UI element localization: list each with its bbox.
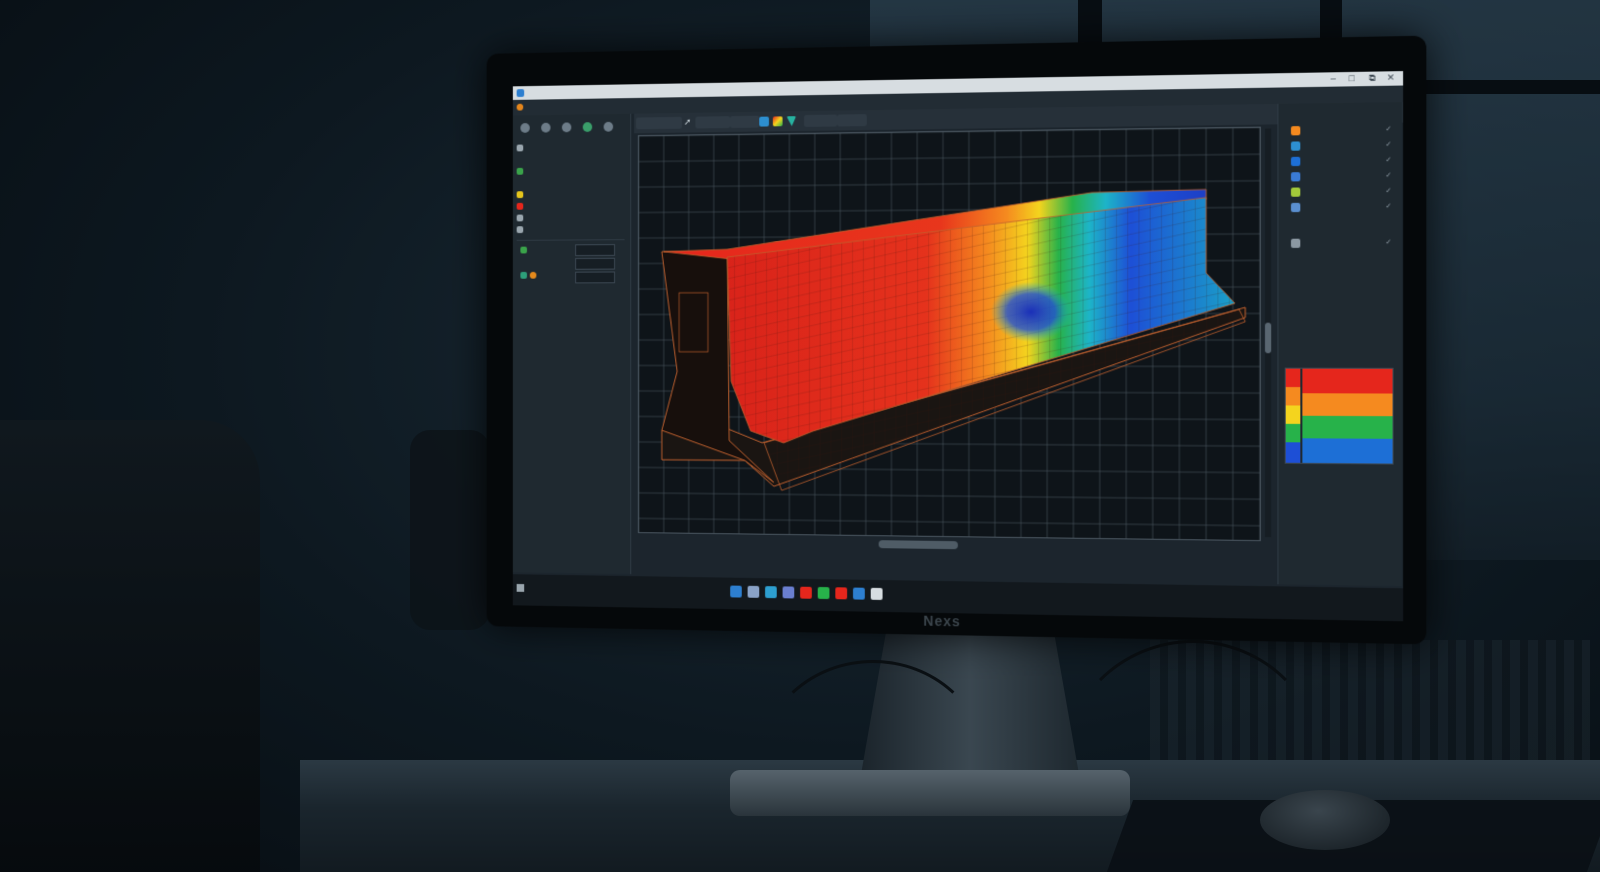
properties-icon: [520, 271, 527, 279]
grid-line: [639, 181, 1260, 187]
sphere-icon[interactable]: [561, 122, 572, 133]
toolbar-mode-dropdown[interactable]: [635, 116, 682, 130]
chart-icon[interactable]: [800, 586, 812, 599]
stress-legend: [1284, 367, 1394, 465]
grid-line: [639, 154, 1260, 161]
cable: [760, 660, 986, 866]
property-field[interactable]: [575, 257, 616, 270]
layer-item[interactable]: ✓: [1285, 236, 1396, 250]
office-scene: Nexs – □ ⧉ ✕ ➚ ✓ ✓ ✓ ✓ ✓ ✓ ✓: [0, 0, 1600, 872]
visibility-check-icon[interactable]: ✓: [1385, 171, 1391, 179]
layer-item[interactable]: ✓: [1285, 200, 1396, 214]
camera-icon[interactable]: [817, 586, 830, 600]
snapshot-icon[interactable]: [870, 587, 883, 600]
visibility-check-icon[interactable]: ✓: [1385, 156, 1391, 164]
visibility-check-icon[interactable]: ✓: [1385, 238, 1391, 246]
layer-swatch-icon: [1290, 202, 1301, 213]
gear-icon[interactable]: [603, 121, 614, 132]
maximize-button[interactable]: □: [1349, 73, 1355, 83]
tree-item[interactable]: [516, 223, 627, 236]
mesh-icon: [516, 214, 524, 222]
computer-mouse: [1260, 790, 1390, 850]
legend-band: [1302, 393, 1393, 417]
result-icon: [516, 226, 524, 234]
legend-band: [1302, 368, 1393, 394]
pen-icon[interactable]: [747, 585, 760, 598]
toolbar-button[interactable]: [730, 115, 760, 128]
toolbar-dropdown[interactable]: [804, 114, 838, 127]
legend-band: [1285, 423, 1301, 443]
legend-band: [1302, 415, 1393, 439]
tree-item[interactable]: [516, 212, 627, 225]
grid-line: [639, 493, 1260, 499]
visibility-check-icon[interactable]: ✓: [1385, 202, 1391, 210]
layer-item[interactable]: ✓: [1285, 138, 1396, 153]
layer-swatch-icon: [1290, 156, 1301, 167]
material-icon: [516, 167, 524, 175]
legend-band: [1302, 438, 1393, 464]
restore-button[interactable]: ⧉: [1369, 73, 1376, 84]
layer-item[interactable]: ✓: [1285, 184, 1396, 198]
properties-icon: [520, 246, 527, 254]
visibility-check-icon[interactable]: ✓: [1385, 125, 1391, 133]
grid-line: [639, 467, 1260, 472]
warning-icon: [529, 271, 537, 279]
shield-icon[interactable]: [582, 122, 593, 133]
toolbar-button[interactable]: [837, 114, 867, 127]
cube-icon[interactable]: [759, 116, 769, 127]
tree-item[interactable]: [516, 200, 627, 213]
3d-viewport[interactable]: [637, 126, 1261, 542]
monitor: Nexs – □ ⧉ ✕ ➚ ✓ ✓ ✓ ✓ ✓ ✓ ✓: [486, 35, 1427, 645]
layer-swatch-icon: [1290, 238, 1301, 248]
tree-item[interactable]: [516, 188, 627, 201]
layer-swatch-icon: [1290, 126, 1301, 136]
toolbar-button[interactable]: [695, 116, 731, 129]
palette-icon[interactable]: [772, 116, 783, 127]
visibility-check-icon[interactable]: ✓: [1385, 187, 1391, 195]
app-icon[interactable]: [853, 587, 865, 600]
property-field[interactable]: [575, 244, 616, 257]
user-icon[interactable]: [782, 586, 795, 599]
legend-band: [1285, 368, 1301, 388]
layer-swatch-icon: [1290, 141, 1301, 151]
office-chair: [0, 420, 260, 872]
grid-line: [639, 518, 1260, 525]
property-section: [516, 239, 625, 286]
legend-band: [1285, 387, 1301, 406]
logo-icon: [516, 103, 524, 111]
legend-band: [1285, 405, 1301, 424]
screen: – □ ⧉ ✕ ➚ ✓ ✓ ✓ ✓ ✓ ✓ ✓: [512, 71, 1404, 622]
vertical-scrollbar[interactable]: [1264, 128, 1272, 538]
layer-item[interactable]: ✓: [1285, 154, 1396, 169]
horizontal-scrollbar[interactable]: [878, 540, 958, 550]
pointer-icon[interactable]: ➚: [684, 117, 691, 128]
stress-hotspot: [990, 281, 1072, 343]
chair-back: [410, 430, 490, 630]
rotate-icon[interactable]: [541, 122, 551, 133]
minimize-button[interactable]: –: [1331, 73, 1336, 83]
legend-band: [1285, 442, 1301, 463]
fea-stress-plot: [639, 128, 1260, 540]
app-icon: [516, 89, 525, 97]
shield-icon[interactable]: [835, 587, 848, 600]
left-panel: [512, 113, 632, 575]
beam-model: [662, 189, 1245, 495]
folder-icon[interactable]: [765, 586, 777, 599]
start-icon[interactable]: [516, 583, 525, 592]
load-icon: [516, 191, 524, 199]
layer-item[interactable]: ✓: [1285, 123, 1396, 138]
scrollbar-thumb[interactable]: [1264, 322, 1272, 354]
layer-swatch-icon: [1290, 172, 1301, 182]
constraint-icon: [516, 202, 524, 210]
property-field[interactable]: [575, 271, 616, 284]
file-icon[interactable]: [730, 585, 742, 598]
house-icon[interactable]: [520, 123, 530, 133]
close-button[interactable]: ✕: [1387, 72, 1395, 83]
visibility-check-icon[interactable]: ✓: [1385, 140, 1391, 148]
filter-icon[interactable]: [786, 116, 796, 126]
layer-item[interactable]: ✓: [1285, 169, 1396, 184]
layer-swatch-icon: [1290, 187, 1301, 197]
right-panel: ✓ ✓ ✓ ✓ ✓ ✓ ✓: [1277, 102, 1403, 587]
node-icon: [516, 144, 524, 152]
